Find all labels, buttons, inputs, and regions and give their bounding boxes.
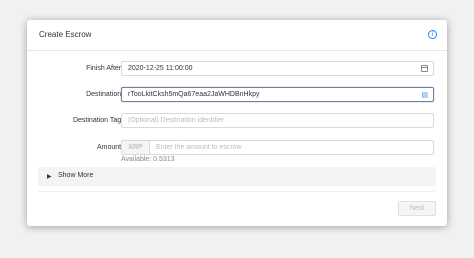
currency-addon: XRP (122, 141, 150, 154)
next-button[interactable]: Next (398, 201, 436, 216)
destination-label: Destination : (86, 91, 125, 98)
show-more-toggle[interactable]: ▶ Show More (38, 167, 436, 186)
finish-after-value: 2020-12-25 11:00:00 (128, 65, 193, 72)
divider (38, 191, 436, 192)
address-book-icon[interactable]: ▤ (421, 91, 428, 99)
finish-after-field[interactable]: 2020-12-25 11:00:00 (121, 61, 434, 76)
amount-placeholder: Enter the amount to escrow (156, 144, 242, 151)
finish-after-label: Finish After : (86, 65, 125, 72)
amount-field[interactable]: XRP Enter the amount to escrow (121, 140, 434, 155)
destination-tag-placeholder: (Optional) Destination identifier (128, 117, 225, 124)
info-icon[interactable]: i (428, 30, 437, 39)
destination-tag-field[interactable]: (Optional) Destination identifier (121, 113, 434, 128)
show-more-label: Show More (58, 172, 94, 179)
card-header: Create Escrow i (27, 20, 447, 51)
destination-field[interactable]: rTooLkitCksh5mQa67eaa2JaWHDBnHkpy ▤ (121, 87, 434, 102)
available-balance: Available: 0.5313 (121, 156, 175, 163)
caret-right-icon: ▶ (47, 173, 52, 180)
page-title: Create Escrow (39, 30, 92, 39)
create-escrow-card: Create Escrow i Finish After : 2020-12-2… (27, 20, 447, 226)
calendar-icon[interactable] (421, 65, 428, 72)
destination-value: rTooLkitCksh5mQa67eaa2JaWHDBnHkpy (128, 91, 260, 98)
destination-tag-label: Destination Tag : (72, 117, 125, 124)
